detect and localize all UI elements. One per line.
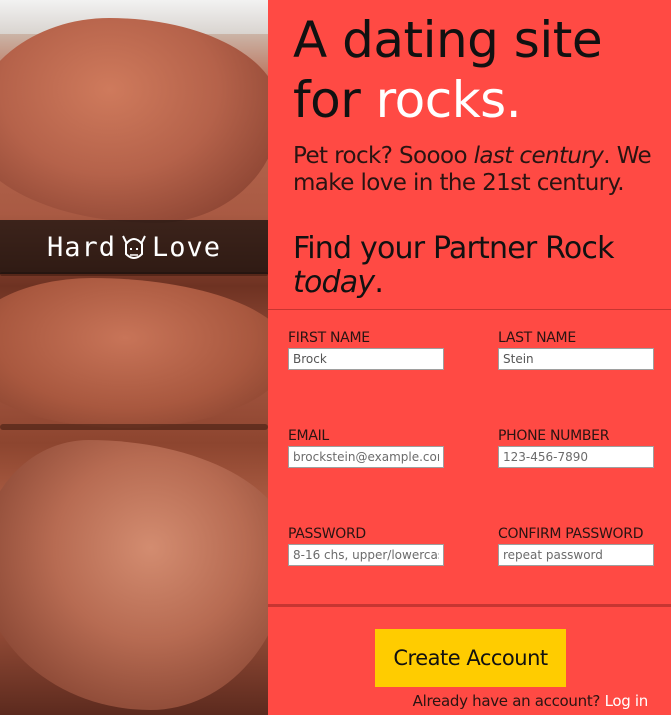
password-field[interactable] [288, 544, 444, 566]
rock-top [0, 18, 268, 223]
confirm-password-group: CONFIRM PASSWORD [498, 526, 654, 566]
first-name-field[interactable] [288, 348, 444, 370]
last-name-label: LAST NAME [498, 330, 576, 346]
tagline-italic: last century [473, 143, 604, 169]
rock-middle [0, 278, 268, 428]
tagline-part1: Pet rock? Soooo [293, 143, 474, 169]
rock-bottom [0, 440, 268, 710]
headline-for: for [293, 71, 376, 129]
phone-group: PHONE NUMBER [498, 428, 654, 468]
login-prompt-text: Already have an account? [412, 692, 605, 710]
headline-highlight: rocks. [375, 71, 522, 129]
page-title: A dating site for rocks. [293, 10, 668, 130]
first-name-label: FIRST NAME [288, 330, 370, 346]
email-label: EMAIL [288, 428, 329, 444]
brand-logo[interactable]: Hard Love [0, 220, 268, 274]
tagline: Pet rock? Soooo last century. We make lo… [293, 143, 668, 197]
email-field[interactable] [288, 446, 444, 468]
cta-part2: . [374, 265, 384, 300]
last-name-field[interactable] [498, 348, 654, 370]
divider [268, 604, 671, 607]
logo-text-right: Love [152, 231, 222, 263]
call-to-action: Find your Partner Rock today. [293, 232, 668, 300]
confirm-password-label: CONFIRM PASSWORD [498, 526, 644, 542]
headline-line1: A dating site [293, 11, 603, 69]
create-account-button[interactable]: Create Account [375, 629, 566, 687]
cta-part1: Find your Partner Rock [293, 231, 614, 266]
rocks-photo: Hard Love [0, 0, 268, 715]
logo-text-left: Hard [46, 231, 116, 263]
signup-panel: A dating site for rocks. Pet rock? Soooo… [268, 0, 671, 715]
phone-label: PHONE NUMBER [498, 428, 610, 444]
password-label: PASSWORD [288, 526, 366, 542]
cta-italic: today [293, 265, 375, 300]
first-name-group: FIRST NAME [288, 330, 444, 370]
login-link[interactable]: Log in [605, 692, 649, 710]
password-group: PASSWORD [288, 526, 444, 566]
email-group: EMAIL [288, 428, 444, 468]
login-prompt: Already have an account? Log in [268, 692, 649, 710]
confirm-password-field[interactable] [498, 544, 654, 566]
phone-field[interactable] [498, 446, 654, 468]
last-name-group: LAST NAME [498, 330, 654, 370]
signup-form: FIRST NAME LAST NAME EMAIL PHONE NUMBER … [268, 310, 671, 605]
viking-helmet-icon [120, 230, 148, 264]
rock-gap [0, 424, 268, 430]
